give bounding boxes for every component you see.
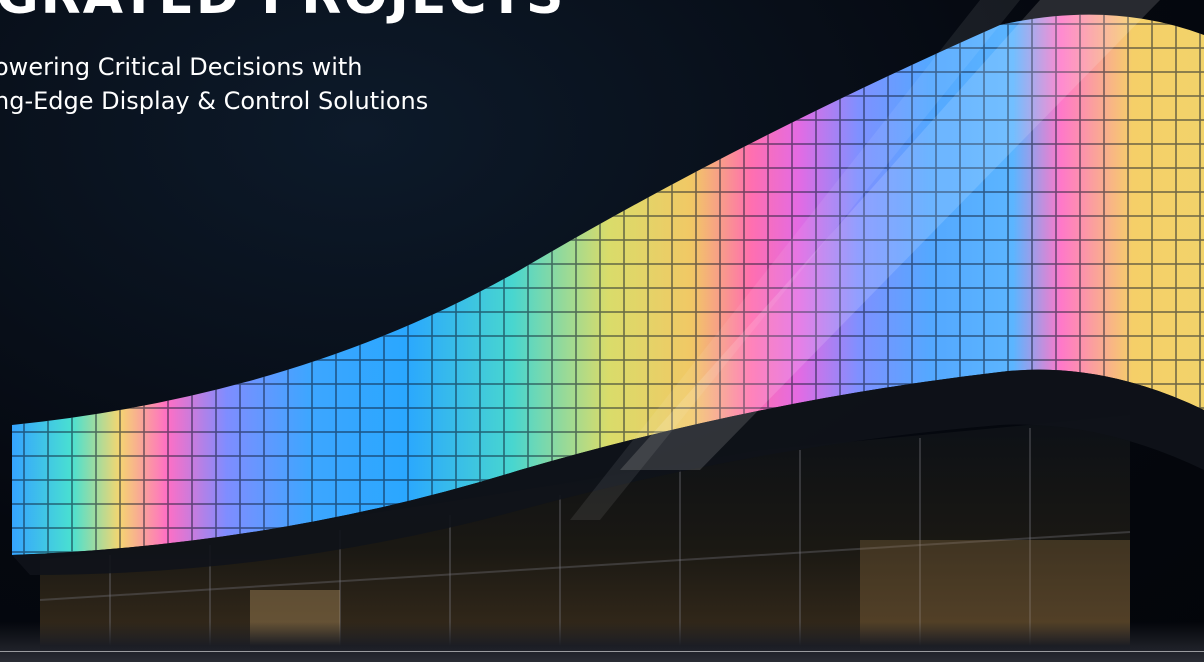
ground-plaza xyxy=(0,622,1204,662)
hero-banner: GRATED PROJECTS owering Critical Decisio… xyxy=(0,0,1204,662)
hero-subtitle: owering Critical Decisions with ng-Edge … xyxy=(0,50,428,118)
bottom-divider xyxy=(0,651,1204,652)
hero-subtitle-line-2: ng-Edge Display & Control Solutions xyxy=(0,87,429,115)
hero-headline: GRATED PROJECTS xyxy=(0,0,566,22)
hero-subtitle-line-1: owering Critical Decisions with xyxy=(0,53,363,81)
